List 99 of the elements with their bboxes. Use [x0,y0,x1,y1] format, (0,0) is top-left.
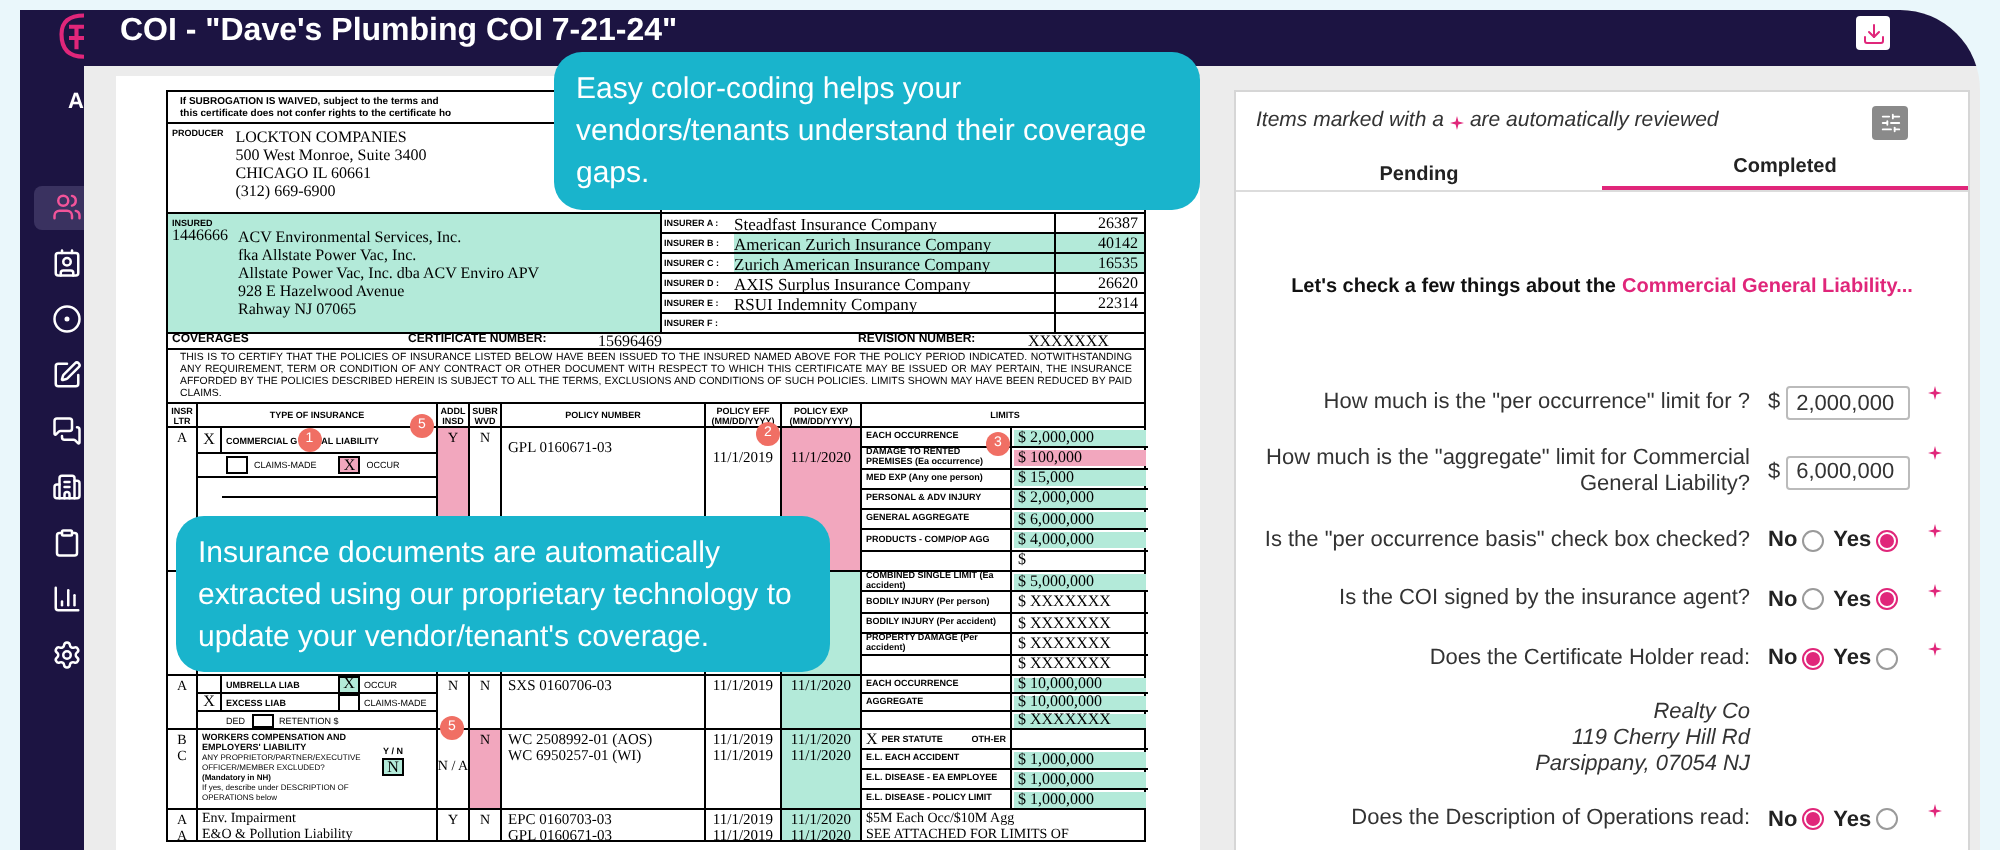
form-value: 22314 [1098,295,1138,311]
intro-text: Let's check a few things about the [1291,274,1616,302]
form-value: (312) 669-6900 [235,182,338,200]
building-icon [52,472,82,502]
radio-button[interactable] [1801,529,1824,552]
tab[interactable]: Completed [1602,152,1968,190]
form-value: 1446666 [172,228,230,248]
coverage-link[interactable]: Commercial General Liability... [1622,272,1913,302]
option-label: Yes [1833,644,1872,674]
radio-button[interactable] [1875,808,1898,831]
option-label: Yes [1833,805,1872,835]
sparkle-icon [1449,115,1464,129]
form-value: 26387 [1098,215,1138,231]
limit-value: $ XXXXXXX [1014,713,1146,727]
limit-value: $ XXXXXXX [1016,593,1113,611]
form-value: American Zurich Insurance Company [734,235,992,251]
form-value: ACV Environmental Services, Inc. [238,228,464,246]
option-label: No [1768,805,1798,835]
option-label: No [1768,526,1798,556]
question-text: How much is the "per occurrence" limit for ? [1321,390,1750,416]
amount-field[interactable]: 6,000,000 [1786,455,1911,489]
limit-value: $ 6,000,000 [1014,511,1146,528]
radio-button[interactable] [1801,647,1824,670]
radio-button[interactable] [1875,529,1898,552]
note-text: Items marked with a [1256,106,1444,137]
limit-value: $ XXXXXXX [1016,614,1113,632]
users-icon [52,192,82,222]
currency-symbol: $ [1768,457,1781,488]
circle-dot-icon [52,304,82,334]
pen-square-icon [52,360,82,390]
form-value: Rahway NJ 07065 [238,300,359,318]
limit-value: $ 5,000,000 [1014,573,1146,590]
form-value: 16535 [1098,255,1138,271]
form-value: X [203,432,215,448]
clipboard-icon [52,528,82,558]
limit-value: $ 2,000,000 [1014,429,1146,446]
question-text: Is the "per occurrence basis" check box checked? [1262,527,1750,554]
limit-value: $ 1,000,000 [1014,751,1146,767]
filter-button[interactable] [1872,105,1908,139]
check-box: X [338,676,360,693]
option-label: Yes [1833,585,1872,615]
note-text: are automatically reviewed [1469,106,1719,137]
form-value: fka Allstate Power Vac, Inc. [238,246,419,264]
limit-value: $ XXXXXXX [1016,656,1113,674]
question-text: Does the Certificate Holder read: [1427,645,1750,672]
limit-value: $ XXXXXXX [1016,635,1113,653]
sliders-icon [1879,111,1901,133]
address-line: Parsippany, 07054 NJ [1535,751,1750,777]
question-text: Does the Description of Operations read: [1349,806,1750,833]
bar-chart-icon [52,584,82,614]
radio-button[interactable] [1801,588,1824,611]
limit-value: $ 1,000,000 [1014,771,1146,787]
tooltip: Easy color-coding helps your vendors/tenants understand their coverage gaps. [554,52,1200,210]
limit-value: $ 1,000,000 [1014,791,1146,807]
form-value: CHICAGO IL 60661 [235,164,373,182]
settings-icon [52,640,82,670]
address-line: 119 Cherry Hill Rd [1571,725,1750,751]
form-value: X [203,694,215,710]
form-value: XXXXXXX [1028,333,1109,349]
option-label: No [1768,585,1798,615]
form-value: X [866,731,878,747]
form-value: 500 West Monroe, Suite 3400 [235,146,427,164]
address-line: Realty Co [1653,699,1750,725]
radio-button[interactable] [1801,808,1824,831]
contact-card-icon [52,248,82,278]
form-value: 40142 [1098,235,1138,251]
radio-button[interactable] [1875,647,1898,670]
radio-button[interactable] [1875,588,1898,611]
check-box: N [382,758,404,776]
option-label: No [1768,644,1798,674]
form-value: Zurich American Insurance Company [734,255,991,271]
currency-symbol: $ [1768,388,1781,419]
form-value: 928 E Hazelwood Avenue [238,282,407,300]
form-value: 26620 [1098,275,1138,291]
form-value: Steadfast Insurance Company [734,215,937,231]
check-box: X [338,456,361,474]
sidebar-label: A [68,88,84,118]
question-text: Is the COI signed by the insurance agent? [1337,586,1750,613]
window-title: COI - "Dave's Plumbing COI 7-21-24" [120,16,678,48]
download-icon [1861,21,1885,45]
option-label: Yes [1833,526,1872,556]
question-text: How much is the "aggregate" limit for Commercial General Liability? [1264,446,1750,498]
limit-value: $ 10,000,000 [1014,695,1146,709]
form-value: 15696469 [598,333,664,349]
limit-value: $ 10,000,000 [1014,677,1146,691]
tab[interactable]: Pending [1236,152,1602,190]
form-value: Allstate Power Vac, Inc. dba ACV Enviro APV [238,264,540,282]
form-value: RSUI Indemnity Company [734,295,918,311]
chat-icon [52,416,82,446]
limit-value: $ 4,000,000 [1014,531,1146,549]
form-value: LOCKTON COMPANIES [235,128,409,146]
limit-value: $ 15,000 [1014,470,1146,487]
limit-value: $ 2,000,000 [1014,490,1146,508]
amount-field[interactable]: 2,000,000 [1786,386,1911,420]
limit-value: $ 100,000 [1014,449,1146,467]
limit-value: $ [1016,552,1028,569]
download-button[interactable] [1856,16,1890,50]
form-value: AXIS Surplus Insurance Company [734,275,971,291]
tooltip: Insurance documents are automatically extracted using our proprietary technology to update your vendor/tenant's coverage. [176,516,830,672]
